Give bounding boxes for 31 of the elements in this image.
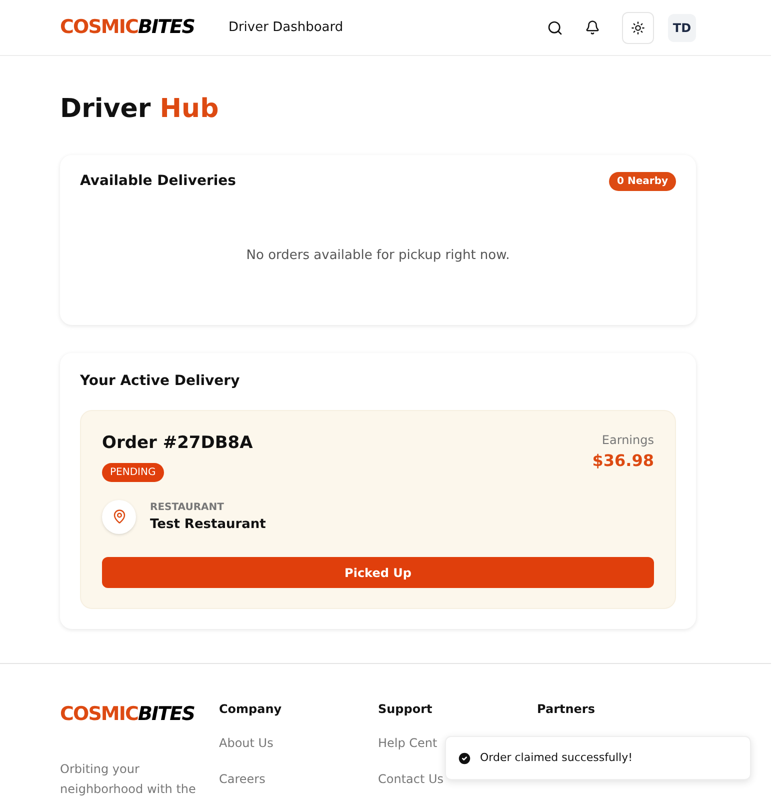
picked-up-button[interactable]: Picked Up (102, 557, 654, 588)
location-pin-icon (102, 500, 136, 534)
logo[interactable]: COSMICBITES (60, 700, 219, 728)
card-title: Your Active Delivery (80, 372, 241, 391)
toast-message: Order claimed successfully! (480, 750, 633, 766)
status-badge: PENDING (102, 462, 164, 482)
sun-icon (631, 20, 645, 34)
user-avatar[interactable]: TD (668, 14, 696, 42)
footer-link[interactable]: About Us (219, 736, 274, 750)
check-icon (457, 750, 472, 766)
page-title: Driver Hub (60, 93, 220, 126)
footer-tagline: Orbiting your neighborhood with the (60, 760, 197, 798)
restaurant-label: RESTAURANT (150, 500, 225, 514)
footer-link[interactable]: Contact Us (378, 772, 444, 786)
footer-heading: Support (378, 701, 434, 718)
footer-heading: Company (219, 701, 283, 718)
nav-title[interactable]: Driver Dashboard (228, 18, 344, 38)
footer-link[interactable]: Help Cent (378, 736, 438, 750)
logo[interactable]: COSMICBITES (60, 13, 194, 42)
earnings-amount: $36.98 (592, 450, 654, 472)
nearby-count: 0 Nearby (609, 172, 676, 191)
earnings-label: Earnings (600, 432, 654, 449)
order-number: Order #27DB8A (102, 432, 253, 455)
footer-heading: Partners (537, 701, 596, 718)
footer-link[interactable]: Careers (219, 772, 266, 786)
restaurant-name: Test Restaurant (150, 516, 266, 534)
search-icon[interactable] (547, 20, 563, 36)
empty-message: No orders available for pickup right now. (245, 247, 511, 265)
card-title: Available Deliveries (80, 172, 236, 191)
theme-toggle-button[interactable] (622, 12, 654, 44)
notification-icon[interactable] (585, 20, 600, 35)
